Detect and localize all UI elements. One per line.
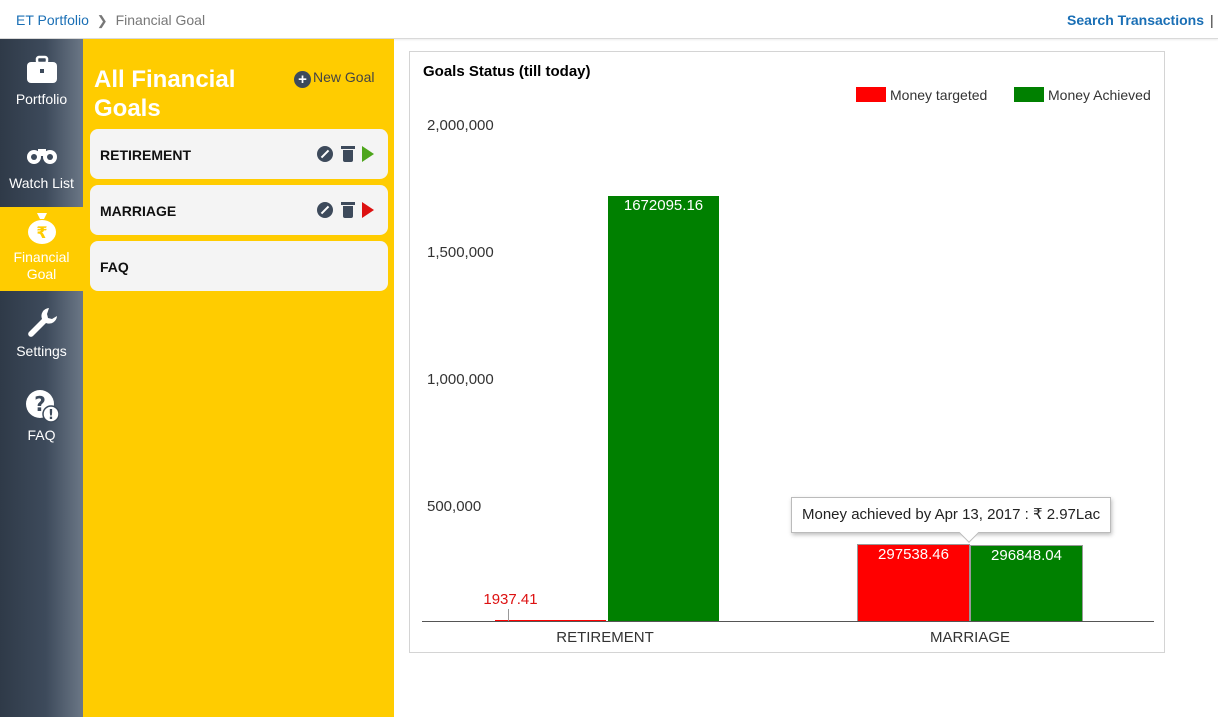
bar-value-label: 296848.04 bbox=[991, 546, 1062, 564]
nav-label: Financial Goal bbox=[13, 249, 70, 282]
nav-item-portfolio[interactable]: Portfolio bbox=[0, 39, 83, 123]
nav-item-financial-goal[interactable]: ₹ Financial Goal bbox=[0, 207, 83, 291]
goal-name: RETIREMENT bbox=[100, 147, 191, 163]
bar-value-label: 1937.41 bbox=[483, 591, 538, 608]
svg-text:₹: ₹ bbox=[36, 223, 47, 242]
goal-actions bbox=[314, 201, 374, 219]
goals-panel: All Financial Goals + New Goal RETIREMENT… bbox=[83, 39, 394, 717]
breadcrumb-current: Financial Goal bbox=[115, 12, 206, 28]
legend-swatch bbox=[1014, 87, 1044, 102]
goal-actions bbox=[314, 145, 374, 163]
money-bag-icon: ₹ bbox=[27, 213, 56, 244]
header-divider: | bbox=[1210, 12, 1214, 28]
edit-icon[interactable] bbox=[317, 201, 334, 218]
new-goal-button[interactable]: + New Goal bbox=[294, 69, 374, 88]
goal-card-retirement[interactable]: RETIREMENT bbox=[90, 129, 388, 179]
goal-card-faq[interactable]: FAQ bbox=[90, 241, 388, 291]
trash-icon[interactable] bbox=[340, 201, 355, 219]
chart-tooltip: Money achieved by Apr 13, 2017 : ₹ 2.97L… bbox=[791, 497, 1112, 543]
binoculars-icon bbox=[26, 149, 57, 164]
play-icon[interactable] bbox=[362, 145, 374, 162]
svg-text:!: ! bbox=[48, 408, 54, 423]
legend-item-targeted[interactable]: Money targeted bbox=[856, 87, 987, 103]
y-tick-label: 2,000,000 bbox=[427, 117, 494, 134]
wrench-icon bbox=[27, 308, 57, 337]
legend-swatch bbox=[856, 87, 886, 102]
goals-panel-title: All Financial Goals bbox=[94, 66, 236, 122]
top-bar: ET Portfolio ❯ Financial Goal Search Tra… bbox=[0, 0, 1218, 39]
legend-label: Money targeted bbox=[890, 87, 988, 103]
play-icon[interactable] bbox=[362, 201, 374, 218]
x-category-label: MARRIAGE bbox=[929, 629, 1010, 646]
left-nav-rail: Portfolio Watch List ₹ Financial Goal Se… bbox=[0, 39, 83, 717]
legend-item-achieved[interactable]: Money Achieved bbox=[1014, 87, 1151, 103]
search-transactions-link[interactable]: Search Transactions bbox=[1067, 12, 1204, 28]
plus-icon: + bbox=[294, 71, 311, 88]
y-tick-label: 1,500,000 bbox=[427, 244, 494, 261]
trash-icon[interactable] bbox=[340, 145, 355, 163]
legend-label: Money Achieved bbox=[1048, 87, 1151, 103]
edit-icon[interactable] bbox=[317, 145, 334, 162]
label-leader-line bbox=[508, 609, 509, 621]
y-tick-label: 1,000,000 bbox=[427, 371, 494, 388]
nav-item-faq[interactable]: ? ! FAQ bbox=[0, 375, 83, 459]
nav-label: Settings bbox=[16, 343, 67, 359]
breadcrumb: ET Portfolio ❯ Financial Goal bbox=[16, 12, 205, 29]
briefcase-icon bbox=[26, 55, 57, 83]
chart-bar[interactable] bbox=[608, 196, 719, 621]
tooltip-text: Money achieved by Apr 13, 2017 : ₹ 2.97L… bbox=[802, 506, 1101, 523]
x-category-label: RETIREMENT bbox=[556, 629, 654, 646]
chevron-right-icon: ❯ bbox=[96, 13, 108, 28]
search-transactions-area: Search Transactions | bbox=[1067, 12, 1214, 28]
nav-label: Portfolio bbox=[15, 91, 68, 107]
question-alert-icon: ? ! bbox=[25, 390, 59, 423]
nav-label: Watch List bbox=[9, 175, 74, 191]
bar-value-label: 1672095.16 bbox=[623, 197, 704, 215]
goal-name: FAQ bbox=[100, 259, 129, 275]
new-goal-label: New Goal bbox=[313, 69, 375, 85]
y-tick-label: 500,000 bbox=[427, 498, 482, 515]
bar-value-label: 297538.46 bbox=[878, 546, 949, 564]
nav-item-watch-list[interactable]: Watch List bbox=[0, 123, 83, 207]
goal-name: MARRIAGE bbox=[100, 203, 177, 219]
tooltip-pointer bbox=[959, 523, 979, 543]
goal-card-marriage[interactable]: MARRIAGE bbox=[90, 185, 388, 235]
goals-status-chart: Goals Status (till today) Money targeted… bbox=[409, 51, 1165, 653]
nav-item-settings[interactable]: Settings bbox=[0, 291, 83, 375]
chart-title: Goals Status (till today) bbox=[423, 63, 591, 80]
breadcrumb-root-link[interactable]: ET Portfolio bbox=[16, 12, 89, 28]
nav-label: FAQ bbox=[27, 427, 56, 443]
x-axis-line bbox=[422, 621, 1154, 622]
